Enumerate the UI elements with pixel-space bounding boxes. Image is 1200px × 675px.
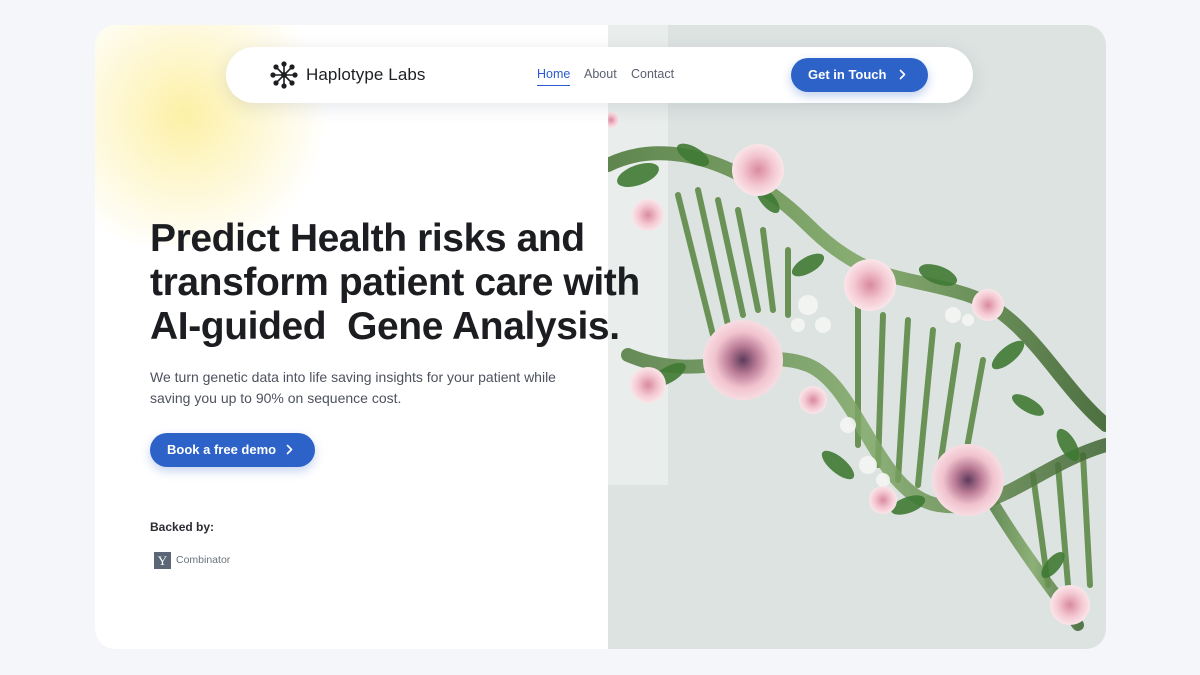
subtitle-line-1: We turn genetic data into life saving in… bbox=[150, 369, 556, 385]
brand-name[interactable]: Haplotype Labs bbox=[306, 65, 426, 85]
book-demo-label: Book a free demo bbox=[167, 442, 277, 457]
yc-name: Combinator bbox=[176, 554, 231, 566]
helix-strand-bottom bbox=[621, 348, 1106, 514]
hero-subtitle: We turn genetic data into life saving in… bbox=[150, 367, 590, 409]
nav-link-about[interactable]: About bbox=[584, 67, 617, 81]
hero-card: Haplotype Labs Home About Contact Get in… bbox=[95, 25, 1106, 649]
chevron-right-icon bbox=[899, 69, 906, 80]
get-in-touch-button[interactable]: Get in Touch bbox=[791, 58, 928, 92]
nav-link-home[interactable]: Home bbox=[537, 67, 571, 86]
chevron-right-icon bbox=[286, 444, 293, 455]
headline-line-1: Predict Health risks and bbox=[150, 217, 585, 260]
nav-link-contact[interactable]: Contact bbox=[631, 67, 674, 81]
hero-headline: Predict Health risks and transform patie… bbox=[150, 217, 690, 349]
book-demo-button[interactable]: Book a free demo bbox=[150, 433, 315, 467]
backed-by-label: Backed by: bbox=[150, 520, 215, 534]
subtitle-line-2: saving you up to 90% on sequence cost. bbox=[150, 390, 402, 406]
top-nav: Haplotype Labs Home About Contact Get in… bbox=[226, 47, 973, 103]
yc-badge: Y bbox=[154, 552, 171, 569]
headline-line-2: transform patient care with bbox=[150, 261, 640, 304]
get-in-touch-label: Get in Touch bbox=[808, 67, 887, 82]
molecule-asterisk-icon[interactable] bbox=[270, 61, 298, 89]
headline-line-3: AI-guided Gene Analysis. bbox=[150, 305, 620, 348]
